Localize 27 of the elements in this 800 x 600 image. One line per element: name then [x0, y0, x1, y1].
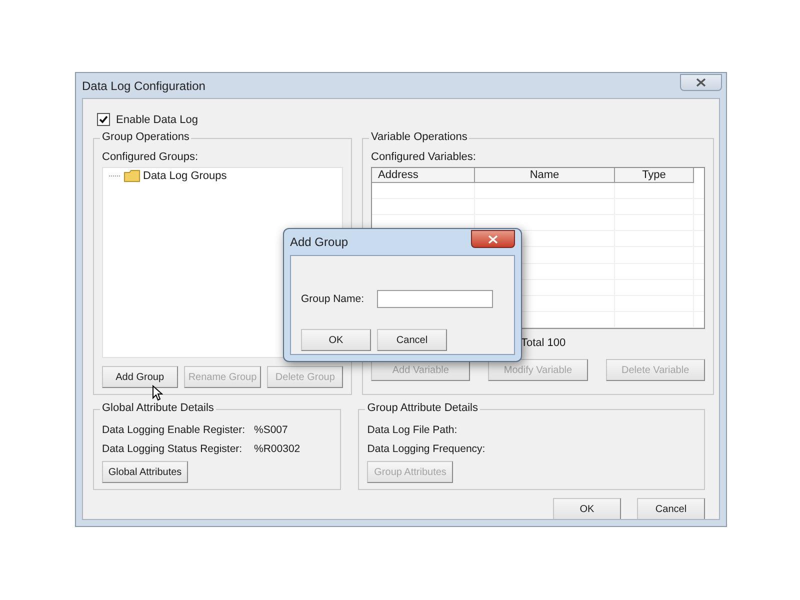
- field-value: %R00302: [254, 443, 300, 456]
- group-title: Group Operations: [100, 131, 192, 143]
- field-value: %S007: [254, 424, 288, 436]
- dialog-button[interactable]: Cancel: [637, 498, 705, 519]
- field-label: Data Log File Path:: [367, 424, 458, 436]
- group-title: Global Attribute Details: [100, 402, 216, 414]
- checkbox-label: Enable Data Log: [116, 114, 198, 126]
- group-button[interactable]: Add Group: [102, 366, 178, 388]
- window-title: Data Log Configuration: [82, 78, 206, 92]
- field-label: Data Logging Enable Register:: [102, 424, 246, 436]
- column-header[interactable]: Address: [372, 168, 475, 184]
- dialog-button[interactable]: Cancel: [377, 329, 447, 351]
- variable-count: Total 100: [521, 337, 566, 351]
- dialog-button[interactable]: OK: [553, 498, 621, 519]
- dialog-title: Add Group: [290, 235, 348, 249]
- list-label: Configured Variables:: [371, 151, 477, 163]
- tree-item[interactable]: Data Log Groups: [143, 170, 227, 182]
- group-title: Variable Operations: [369, 131, 470, 143]
- group-title: Group Attribute Details: [365, 402, 480, 414]
- field-label: Data Logging Frequency:: [367, 443, 486, 456]
- field-label: Data Logging Status Register:: [102, 443, 244, 456]
- field-label: Group Name:: [301, 292, 366, 304]
- global-attributes-button[interactable]: Global Attributes: [102, 461, 188, 483]
- column-header[interactable]: Name: [475, 168, 615, 184]
- dialog-button[interactable]: OK: [301, 329, 371, 351]
- column-header[interactable]: Type: [615, 168, 694, 184]
- list-label: Configured Groups:: [102, 151, 199, 163]
